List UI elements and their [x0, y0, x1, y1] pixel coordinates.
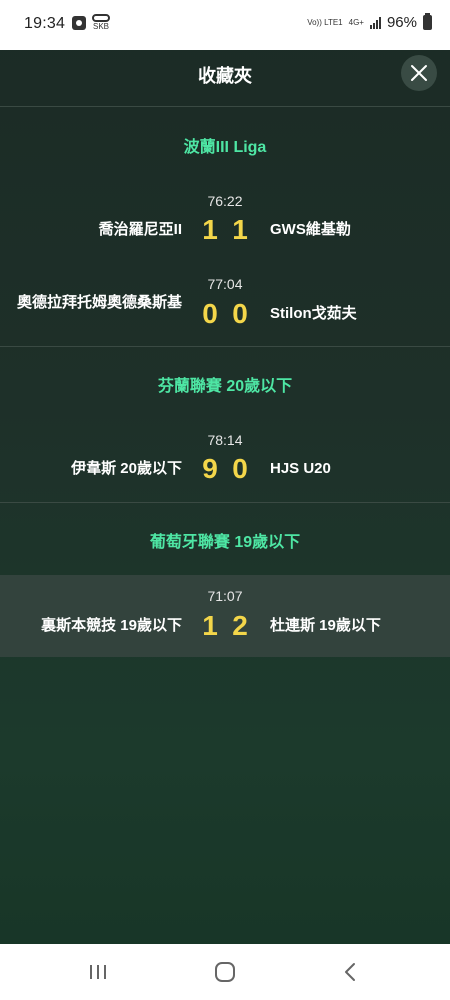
- match-row[interactable]: 77:04 奧德拉拜托姆奧德桑斯基 0 0 Stilon戈茹夫: [0, 268, 450, 344]
- away-score: 2: [232, 610, 248, 641]
- status-time: 19:34: [24, 15, 66, 32]
- back-button[interactable]: [330, 958, 370, 986]
- status-indicators: Vo)) LTE1 4G+ 96%: [307, 13, 432, 31]
- system-nav-bar: [0, 944, 450, 1000]
- away-team: Stilon戈茹夫: [270, 305, 357, 322]
- notification-app-icon: [72, 16, 86, 30]
- league-title-poland-iii-liga[interactable]: 波蘭III Liga: [0, 133, 450, 157]
- match-time: 78:14: [207, 432, 243, 448]
- home-score: 9: [202, 453, 218, 484]
- home-team: 裏斯本競技 19歲以下: [41, 617, 182, 634]
- away-score: 0: [232, 298, 248, 329]
- home-icon: [215, 962, 235, 982]
- close-icon: [411, 65, 427, 81]
- status-bar: 19:34 SKB Vo)) LTE1 4G+ 96%: [0, 0, 450, 50]
- home-button[interactable]: [205, 958, 245, 986]
- home-score: 1: [202, 214, 218, 245]
- match-time: 71:07: [207, 588, 243, 604]
- network-type-icon: 4G+: [348, 18, 364, 27]
- favorites-header: 收藏夾: [0, 50, 450, 107]
- close-button[interactable]: [401, 55, 437, 91]
- away-team: HJS U20: [270, 460, 331, 477]
- league-title-finland-u20[interactable]: 芬蘭聯賽 20歲以下: [0, 372, 450, 396]
- recents-icon: [90, 965, 106, 979]
- signal-icon: [369, 16, 381, 29]
- home-team: 奧德拉拜托姆奧德桑斯基: [16, 294, 182, 311]
- home-team: 伊韋斯 20歲以下: [71, 460, 182, 477]
- section-divider: [0, 346, 450, 347]
- recents-button[interactable]: [78, 958, 118, 986]
- section-divider: [0, 502, 450, 503]
- home-score: 0: [202, 298, 218, 329]
- match-row[interactable]: 76:22 喬治羅尼亞II 1 1 GWS維基勒: [0, 186, 450, 258]
- away-score: 0: [232, 453, 248, 484]
- away-team: GWS維基勒: [270, 221, 351, 238]
- page-title: 收藏夾: [198, 66, 252, 86]
- back-icon: [345, 963, 355, 981]
- league-title-portugal-u19[interactable]: 葡萄牙聯賽 19歲以下: [0, 528, 450, 552]
- match-time: 77:04: [207, 276, 243, 292]
- away-team: 杜連斯 19歲以下: [270, 617, 381, 634]
- match-time: 76:22: [207, 193, 243, 209]
- away-score: 1: [232, 214, 248, 245]
- battery-icon: [423, 13, 432, 30]
- home-score: 1: [202, 610, 218, 641]
- match-row[interactable]: 78:14 伊韋斯 20歲以下 9 0 HJS U20: [0, 424, 450, 496]
- home-team: 喬治羅尼亞II: [98, 221, 182, 238]
- volte-icon: Vo)) LTE1: [307, 18, 343, 27]
- match-row[interactable]: 71:07 裏斯本競技 19歲以下 1 2 杜連斯 19歲以下: [0, 575, 450, 657]
- sk-app-icon: SKB: [91, 14, 111, 34]
- battery-percentage: 96%: [386, 14, 417, 31]
